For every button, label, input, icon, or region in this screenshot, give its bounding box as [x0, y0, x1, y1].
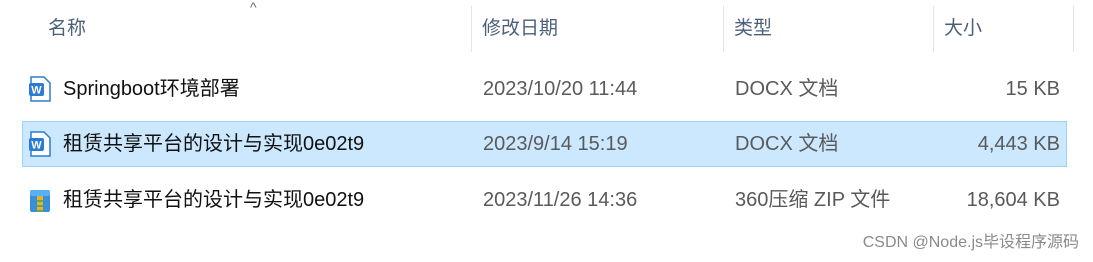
word-document-icon: W: [29, 131, 51, 157]
file-size: 4,443 KB: [977, 133, 1060, 155]
file-name: 租赁共享平台的设计与实现0e02t9: [63, 189, 365, 211]
file-type: DOCX 文档: [735, 133, 839, 155]
word-document-icon: W: [29, 76, 51, 102]
column-header-modified[interactable]: 修改日期: [472, 6, 724, 52]
file-size: 18,604 KB: [966, 189, 1060, 211]
file-name: 租赁共享平台的设计与实现0e02t9: [63, 133, 365, 155]
file-modified-date: 2023/11/26 14:36: [483, 189, 638, 211]
column-header-type[interactable]: 类型: [724, 6, 934, 52]
file-row[interactable]: W Springboot环境部署 2023/10/20 11:44 DOCX 文…: [22, 66, 1067, 112]
file-row-selected[interactable]: W 租赁共享平台的设计与实现0e02t9 2023/9/14 15:19 DOC…: [22, 121, 1067, 167]
zip-archive-icon: [30, 190, 50, 212]
column-header-size[interactable]: 大小: [934, 6, 1074, 52]
svg-text:W: W: [31, 85, 42, 97]
column-header-bar: ^ 名称 修改日期 类型 大小: [22, 0, 1074, 52]
column-header-name[interactable]: 名称: [22, 6, 472, 52]
watermark: CSDN @Node.js毕设程序源码: [862, 234, 1079, 251]
file-size: 15 KB: [1005, 78, 1060, 100]
svg-text:W: W: [31, 140, 42, 152]
file-row[interactable]: 租赁共享平台的设计与实现0e02t9 2023/11/26 14:36 360压…: [22, 177, 1067, 223]
file-type: DOCX 文档: [735, 78, 839, 100]
file-type: 360压缩 ZIP 文件: [735, 189, 891, 211]
file-name: Springboot环境部署: [63, 78, 240, 100]
file-modified-date: 2023/9/14 15:19: [483, 133, 628, 155]
file-modified-date: 2023/10/20 11:44: [483, 78, 638, 100]
